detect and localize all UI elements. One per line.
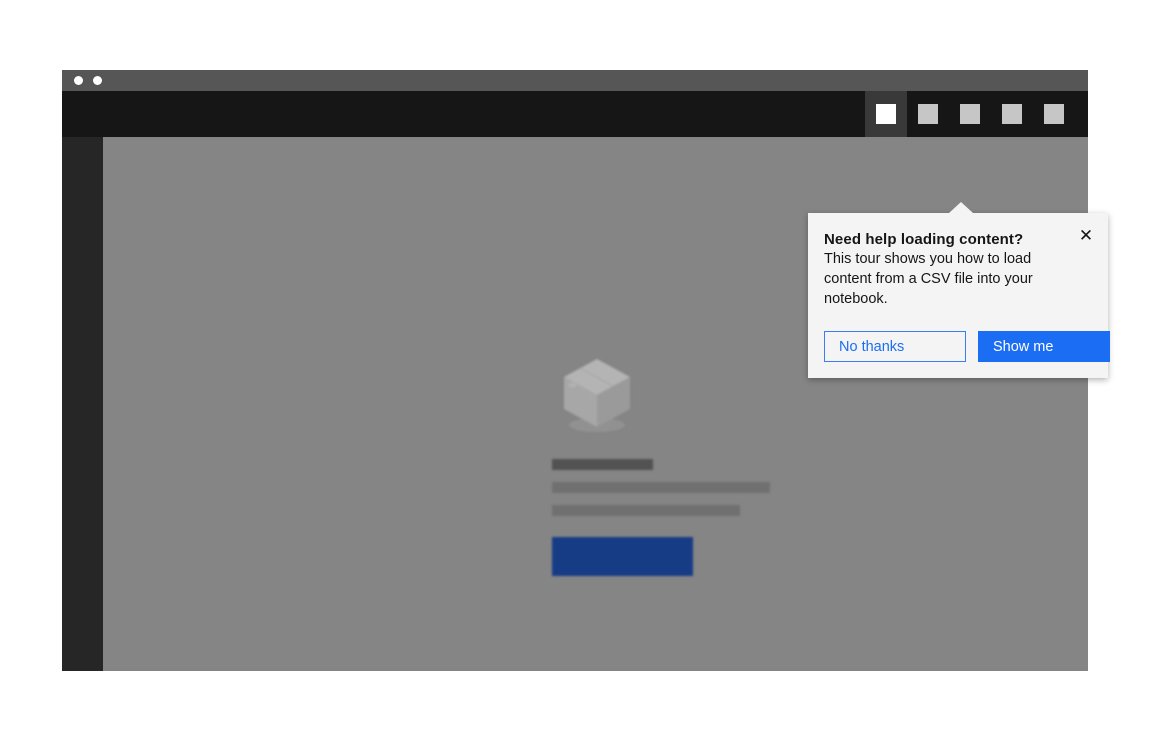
square-icon	[1002, 104, 1022, 124]
primary-cta-button[interactable]	[552, 537, 693, 576]
application-window: ✕ Need help loading content? This tour s…	[62, 70, 1110, 671]
popover-body: This tour shows you how to load content …	[824, 251, 1033, 307]
popover-caret	[949, 202, 973, 213]
popover-title: Need help loading content?	[824, 231, 1024, 248]
square-icon	[960, 104, 980, 124]
show-me-button[interactable]: Show me	[978, 331, 1110, 362]
square-icon	[918, 104, 938, 124]
square-icon	[876, 104, 896, 124]
empty-state-placeholder	[552, 355, 972, 576]
skeleton-line	[552, 482, 770, 493]
header-action-1[interactable]	[865, 91, 907, 137]
header-action-group	[865, 91, 1075, 137]
isometric-cube-icon	[560, 355, 634, 435]
left-nav-rail[interactable]	[62, 137, 103, 671]
header-action-4[interactable]	[991, 91, 1033, 137]
header-action-5[interactable]	[1033, 91, 1075, 137]
tour-popover: ✕ Need help loading content? This tour s…	[808, 202, 1110, 378]
square-icon	[1044, 104, 1064, 124]
header-action-3[interactable]	[949, 91, 991, 137]
skeleton-line	[552, 505, 740, 516]
header-bar	[62, 91, 1088, 137]
window-dot-one[interactable]	[74, 76, 83, 85]
no-thanks-button[interactable]: No thanks	[824, 331, 966, 362]
header-action-2[interactable]	[907, 91, 949, 137]
close-icon[interactable]: ✕	[1072, 221, 1100, 249]
window-dot-two[interactable]	[93, 76, 102, 85]
popover-actions: No thanks Show me	[824, 331, 1110, 362]
window-titlebar	[62, 70, 1088, 91]
skeleton-line	[552, 459, 653, 470]
